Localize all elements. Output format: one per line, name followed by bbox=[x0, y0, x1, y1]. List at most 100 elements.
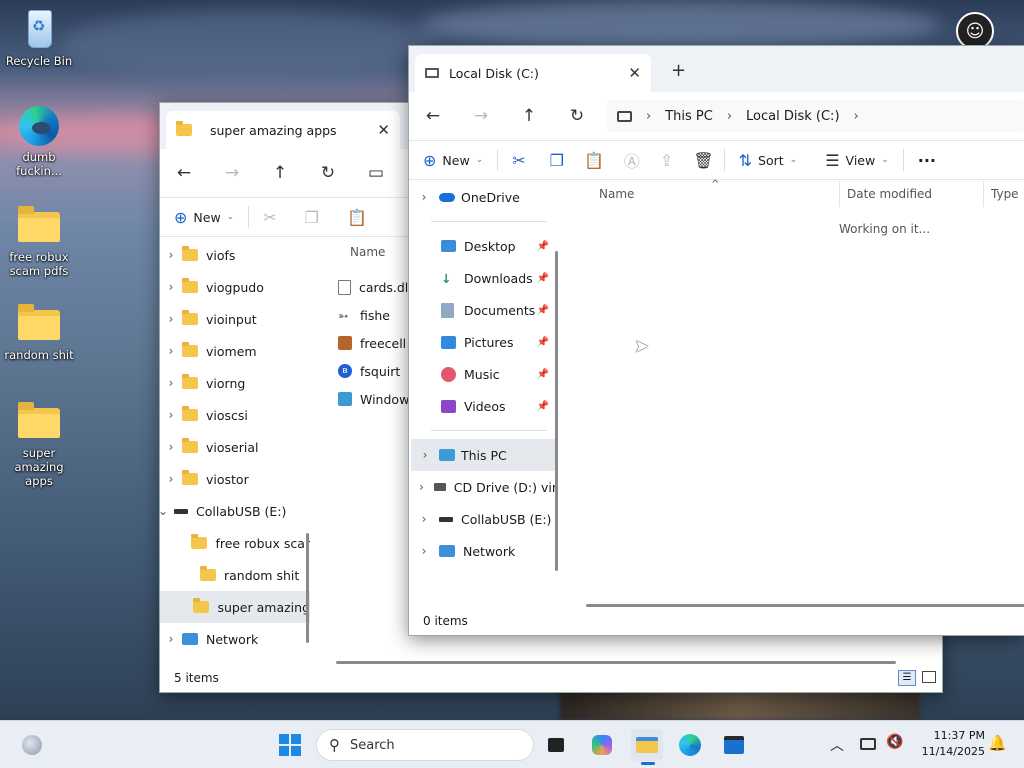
column-header-type[interactable]: Type bbox=[991, 187, 1019, 201]
column-header-date[interactable]: Date modified bbox=[847, 187, 932, 201]
sort-button[interactable]: ⇅ Sort ⌄ bbox=[725, 141, 812, 179]
pin-icon[interactable]: 📌 bbox=[537, 305, 549, 316]
up-button[interactable]: ↑ bbox=[256, 163, 304, 183]
tab-local-disk[interactable]: Local Disk (C:) ✕ bbox=[415, 54, 651, 92]
tree-item[interactable]: › viofs bbox=[160, 239, 310, 271]
column-header-name[interactable]: Name bbox=[599, 187, 634, 201]
tree-item-network[interactable]: › Network bbox=[409, 535, 557, 567]
refresh-button[interactable]: ↻ bbox=[304, 163, 352, 183]
tree-item-this-pc[interactable]: › This PC bbox=[411, 439, 555, 471]
tree-item[interactable]: › viorng bbox=[160, 367, 310, 399]
explorer-window-local-disk[interactable]: Local Disk (C:) ✕ + ← → ↑ ↻ › This PC › … bbox=[408, 45, 1024, 636]
column-header-name[interactable]: Name bbox=[350, 245, 385, 259]
nav-scrollbar[interactable] bbox=[555, 251, 558, 571]
breadcrumb-this-pc[interactable]: This PC bbox=[665, 109, 713, 124]
tree-item-onedrive[interactable]: › OneDrive bbox=[409, 181, 557, 213]
trash-icon: 🗑 bbox=[693, 150, 714, 170]
desktop-icon-edge-shortcut[interactable]: dumb fuckin... bbox=[2, 104, 76, 178]
close-tab-icon[interactable]: ✕ bbox=[628, 64, 641, 82]
forward-button[interactable]: → bbox=[457, 106, 505, 126]
address-bar[interactable]: › This PC › Local Disk (C:) › bbox=[607, 100, 1024, 132]
quick-access-desktop[interactable]: Desktop 📌 bbox=[409, 230, 557, 262]
file-row[interactable]: ➳ fishe bbox=[338, 301, 416, 329]
desktop-icon-free-robux[interactable]: free robux scam pdfs bbox=[2, 204, 76, 278]
pin-icon[interactable]: 📌 bbox=[537, 369, 549, 380]
notification-bell-icon[interactable]: 🔔 bbox=[988, 734, 1007, 752]
edge-taskbar-icon[interactable] bbox=[674, 729, 706, 761]
file-explorer-taskbar-icon[interactable] bbox=[631, 729, 663, 765]
widgets-icon[interactable] bbox=[16, 729, 48, 761]
copilot-icon[interactable] bbox=[586, 729, 618, 761]
tiles-view-icon[interactable] bbox=[922, 671, 936, 683]
clock[interactable]: 11:37 PM 11/14/2025 bbox=[915, 728, 985, 760]
file-row[interactable]: Windows bbox=[338, 385, 416, 413]
up-button[interactable]: ↑ bbox=[505, 106, 553, 126]
monitor-icon[interactable] bbox=[860, 738, 876, 750]
tree-item-network[interactable]: › Network bbox=[160, 623, 310, 655]
pin-icon[interactable]: 📌 bbox=[537, 337, 549, 348]
tree-item[interactable]: › vioserial bbox=[160, 431, 310, 463]
view-button[interactable]: ☰ View ⌄ bbox=[811, 141, 903, 179]
tab-super-amazing-apps[interactable]: super amazing apps ✕ bbox=[166, 111, 400, 149]
breadcrumb-local-disk[interactable]: Local Disk (C:) bbox=[746, 109, 839, 124]
copy-button[interactable]: ❐ bbox=[540, 141, 574, 179]
rename-button[interactable]: Ⓐ bbox=[614, 141, 650, 179]
back-button[interactable]: ← bbox=[160, 163, 208, 183]
desktop-icon-recycle-bin[interactable]: Recycle Bin bbox=[2, 8, 76, 68]
cd-drive-icon bbox=[434, 483, 446, 491]
taskbar-search[interactable]: ⚲ Search bbox=[316, 729, 534, 761]
file-row[interactable]: cards.dll bbox=[338, 273, 416, 301]
quick-access-videos[interactable]: Videos 📌 bbox=[409, 390, 557, 422]
tree-item[interactable]: random shit bbox=[160, 559, 310, 591]
column-divider[interactable] bbox=[983, 181, 984, 207]
show-hidden-icons-chevron-up-icon[interactable]: ︿ bbox=[830, 735, 844, 755]
copy-button[interactable]: ❐ bbox=[291, 198, 333, 236]
tree-item-selected[interactable]: super amazing bbox=[160, 591, 310, 623]
fish-icon: ➳ bbox=[338, 307, 349, 323]
tree-item[interactable]: › viomem bbox=[160, 335, 310, 367]
tree-item[interactable]: › vioinput bbox=[160, 303, 310, 335]
close-tab-icon[interactable]: ✕ bbox=[377, 121, 390, 139]
tree-item-collabusb[interactable]: ⌄ CollabUSB (E:) bbox=[160, 495, 310, 527]
new-tab-button[interactable]: + bbox=[671, 60, 686, 81]
tree-item-cd-drive[interactable]: › CD Drive (D:) vir bbox=[409, 471, 557, 503]
desktop-icon-super-amazing-apps[interactable]: super amazing apps bbox=[2, 400, 76, 488]
quick-access-music[interactable]: Music 📌 bbox=[409, 358, 557, 390]
quick-access-documents[interactable]: Documents 📌 bbox=[409, 294, 557, 326]
pin-icon[interactable]: 📌 bbox=[537, 241, 549, 252]
store-icon[interactable] bbox=[718, 729, 750, 761]
refresh-button[interactable]: ↻ bbox=[553, 106, 601, 126]
desktop-icon-random[interactable]: random shit bbox=[2, 302, 76, 362]
back-button[interactable]: ← bbox=[409, 106, 457, 126]
file-row[interactable]: freecell bbox=[338, 329, 416, 357]
tree-item[interactable]: free robux scar bbox=[160, 527, 310, 559]
cut-button[interactable]: ✂ bbox=[498, 141, 539, 179]
this-pc-icon[interactable]: ▭ bbox=[352, 163, 400, 183]
pin-icon[interactable]: 📌 bbox=[537, 401, 549, 412]
cut-button[interactable]: ✂ bbox=[249, 198, 290, 236]
status-bar: 5 items ☰ bbox=[160, 664, 942, 692]
details-view-icon[interactable]: ☰ bbox=[898, 670, 916, 686]
share-button[interactable]: ⇪ bbox=[650, 141, 683, 179]
tree-item[interactable]: › viostor bbox=[160, 463, 310, 495]
new-button[interactable]: ⊕ New ⌄ bbox=[409, 141, 497, 179]
quick-access-downloads[interactable]: ↓ Downloads 📌 bbox=[409, 262, 557, 294]
new-button[interactable]: ⊕ New ⌄ bbox=[160, 198, 248, 236]
task-view-icon[interactable] bbox=[540, 729, 572, 761]
chevron-right-icon[interactable]: › bbox=[854, 109, 859, 124]
pin-icon[interactable]: 📌 bbox=[537, 273, 549, 284]
forward-button[interactable]: → bbox=[208, 163, 256, 183]
more-options-button[interactable]: ··· bbox=[904, 141, 950, 179]
quick-access-pictures[interactable]: Pictures 📌 bbox=[409, 326, 557, 358]
start-button[interactable] bbox=[274, 729, 306, 761]
paste-button[interactable]: 📋 bbox=[574, 141, 614, 179]
tree-item[interactable]: › vioscsi bbox=[160, 399, 310, 431]
nav-scrollbar[interactable] bbox=[306, 533, 309, 643]
delete-button[interactable]: 🗑 bbox=[683, 141, 723, 179]
column-divider[interactable] bbox=[839, 181, 840, 207]
volume-muted-icon[interactable]: 🔇 bbox=[886, 734, 903, 750]
tree-item-collabusb[interactable]: › CollabUSB (E:) bbox=[409, 503, 557, 535]
paste-button[interactable]: 📋 bbox=[333, 198, 381, 236]
tree-item[interactable]: › viogpudo bbox=[160, 271, 310, 303]
file-row[interactable]: ʙ fsquirt bbox=[338, 357, 416, 385]
